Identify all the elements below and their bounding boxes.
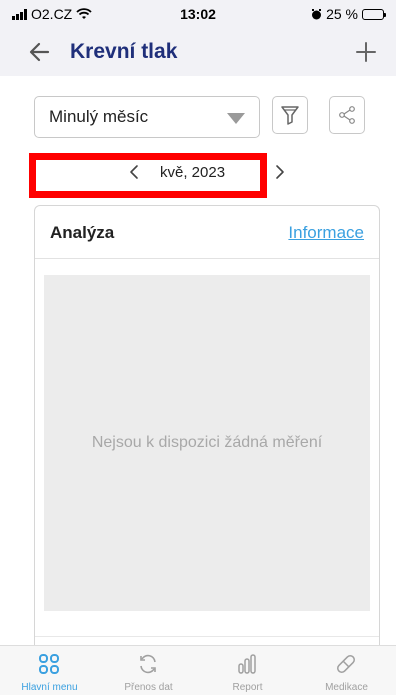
tab-bar: Hlavní menu Přenos dat Report Medikace [0,645,396,695]
pill-icon [337,655,355,673]
status-bar: O2.CZ 13:02 25 % [0,0,396,28]
tab-label: Report [232,682,263,693]
battery-icon [362,8,386,20]
analysis-title: Analýza [50,223,115,242]
page-title: Krevní tlak [70,40,178,63]
filter-button[interactable] [272,96,308,134]
tab-medication[interactable]: Medikace [297,646,396,695]
arrow-left-icon[interactable] [26,38,54,66]
share-icon [339,106,355,124]
tab-label: Přenos dat [124,682,173,693]
chevron-left-icon[interactable] [127,162,141,182]
sync-icon [140,654,156,674]
alarm-icon [312,8,322,19]
tab-label: Hlavní menu [21,682,78,693]
chart-placeholder: Nejsou k dispozici žádná měření [44,275,370,611]
bar-chart-icon [238,654,256,674]
plus-icon[interactable] [352,38,380,66]
tab-main-menu[interactable]: Hlavní menu [0,646,99,695]
period-select[interactable]: Minulý měsíc [34,96,260,138]
month-label: kvě, 2023 [160,164,226,181]
divider [35,636,379,637]
tab-data-transfer[interactable]: Přenos dat [99,646,198,695]
chevron-down-icon [227,113,245,124]
funnel-icon [281,106,299,125]
empty-state-message: Nejsou k dispozici žádná měření [91,434,323,451]
period-select-value: Minulý měsíc [49,107,149,126]
battery-group: 25 % [311,6,386,22]
battery-percent: 25 % [326,6,358,22]
tab-label: Medikace [325,682,368,693]
chevron-right-icon[interactable] [273,162,287,182]
info-link[interactable]: Informace [288,223,364,243]
analysis-card: Analýza Informace Nejsou k dispozici žád… [34,205,380,655]
grid-icon [39,654,59,674]
nav-bar: Krevní tlak [0,28,396,76]
divider [35,258,379,259]
share-button[interactable] [329,96,365,134]
tab-report[interactable]: Report [198,646,297,695]
